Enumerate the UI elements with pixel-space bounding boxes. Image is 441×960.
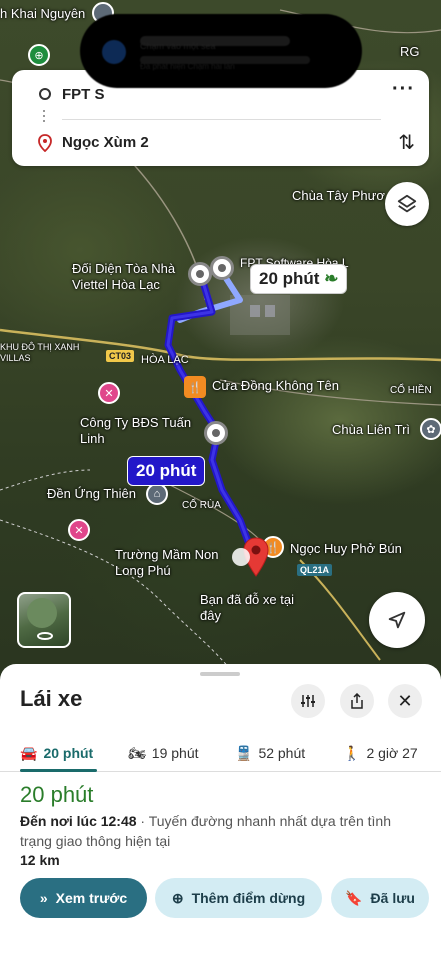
saved-label: Đã lưu	[370, 890, 415, 906]
swap-directions-icon[interactable]: ⇅	[398, 130, 415, 155]
road-shield: CT03	[106, 350, 135, 362]
more-options-icon[interactable]: ···	[392, 79, 415, 99]
tab-transit-label: 52 phút	[258, 745, 306, 761]
alt-route-time-text: 20 phút	[259, 269, 320, 288]
car-icon: 🚘	[20, 744, 38, 761]
add-stop-label: Thêm điểm dừng	[191, 890, 306, 906]
place-label: HÒA LẠC	[141, 354, 189, 366]
eta-duration: 20 phút	[20, 782, 94, 807]
tab-walk-label: 2 giờ 27	[366, 745, 418, 761]
destination-field[interactable]: Ngọc Xùm 2	[62, 134, 149, 151]
saved-button[interactable]: 🔖 Đã lưu	[331, 878, 429, 918]
travel-mode-tabs: 🚘 20 phút 🏍 19 phút 🚆 52 phút 🚶 2 giờ 27	[0, 734, 441, 772]
temple-icon[interactable]: ✿	[420, 418, 441, 440]
arrival-time: Đến nơi lúc 12:48	[20, 813, 137, 829]
place-label: Trường Mầm Non Long Phú	[115, 547, 219, 578]
motorbike-icon: 🏍	[128, 744, 146, 761]
place-label: CỔ RÙA	[182, 500, 221, 511]
sheet-drag-handle[interactable]	[200, 672, 240, 676]
notification-line2-text: Đã phát hiện Chạm hai lần	[140, 62, 235, 71]
walk-icon: 🚶	[343, 744, 361, 761]
bookmark-icon: 🔖	[345, 889, 363, 906]
share-icon	[351, 693, 363, 709]
notification-line2: Đã phát hiện Chạm hai lần	[140, 56, 310, 71]
waypoint-marker[interactable]	[210, 256, 234, 280]
place-label: Công Ty BĐS Tuấn Linh	[80, 415, 192, 446]
route-distance: 12 km	[20, 852, 60, 868]
eco-leaf-icon: ❧	[324, 269, 339, 288]
tab-motorbike[interactable]: 🏍 19 phút	[128, 734, 199, 772]
my-location-button[interactable]	[369, 592, 425, 648]
close-icon: ✕	[397, 690, 413, 711]
route-description: Đến nơi lúc 12:48 · Tuyến đường nhanh nh…	[20, 811, 425, 851]
sheet-title: Lái xe	[20, 686, 83, 711]
active-tab-indicator	[20, 769, 97, 772]
notification-line1-text: Chạm vào một sea	[140, 41, 216, 51]
route-options-button[interactable]	[291, 684, 325, 718]
landmark-icon[interactable]: ⌂	[146, 483, 168, 505]
poi-marker-icon[interactable]: ⊕	[28, 44, 50, 66]
notification-line1: Chạm vào một sea	[140, 36, 290, 51]
tab-car-label: 20 phút	[43, 745, 94, 761]
waypoint-marker[interactable]	[188, 262, 212, 286]
preview-button[interactable]: » Xem trước	[20, 878, 147, 918]
layers-icon	[397, 194, 417, 213]
road-shield: QL21A	[297, 564, 333, 576]
layers-button[interactable]	[385, 182, 429, 226]
notification-app-icon	[102, 40, 126, 64]
navigation-arrow-icon	[388, 611, 406, 629]
close-button[interactable]: ✕	[388, 684, 422, 718]
waypoint-marker[interactable]	[204, 421, 228, 445]
place-label: RG	[400, 44, 420, 59]
place-label: KHU ĐÔ THỊ XANH VILLAS	[0, 342, 80, 363]
add-location-icon: ⊕	[171, 889, 184, 906]
place-label: Đối Diện Tòa Nhà Viettel Hòa Lạc	[72, 261, 176, 292]
rotate-360-icon	[37, 632, 53, 640]
notification-island: Chạm vào một sea Đã phát hiện Chạm hai l…	[80, 14, 362, 88]
route-dots-icon	[43, 110, 46, 124]
place-label: h Khai Nguyên	[0, 6, 86, 21]
tab-walk[interactable]: 🚶 2 giờ 27	[343, 734, 418, 772]
alt-route-time[interactable]: 20 phút ❧	[250, 264, 348, 294]
add-stop-button[interactable]: ⊕ Thêm điểm dừng	[155, 878, 322, 918]
directions-sheet: Lái xe ✕ 🚘 20 phút 🏍 19 phút 🚆 52 phút 🚶…	[0, 664, 441, 960]
train-icon: 🚆	[235, 744, 253, 761]
parked-car-icon[interactable]	[232, 548, 250, 566]
double-chevron-icon: »	[39, 890, 48, 906]
origin-field[interactable]: FPT S	[62, 86, 105, 103]
tree-shape	[27, 598, 57, 628]
main-route-time[interactable]: 20 phút	[127, 456, 206, 486]
shop-icon[interactable]: ✕	[68, 519, 90, 541]
place-label: Đền Ứng Thiên	[47, 486, 136, 501]
street-view-thumbnail[interactable]	[17, 592, 71, 648]
restaurant-icon[interactable]: 🍴	[184, 376, 206, 398]
place-label: Ngọc Huy Phở Bún	[290, 541, 402, 556]
share-button[interactable]	[340, 684, 374, 718]
preview-label: Xem trước	[55, 890, 128, 906]
place-label: CỔ HIỀN	[390, 385, 432, 396]
tab-transit[interactable]: 🚆 52 phút	[235, 734, 305, 772]
place-label: Cửa Đồng Không Tên	[212, 378, 339, 393]
place-label: Bạn đã đỗ xe tại đây	[200, 592, 294, 623]
tab-motorbike-label: 19 phút	[151, 745, 199, 761]
origin-circle-icon	[39, 88, 51, 100]
place-label: Chùa Liên Trì	[332, 422, 411, 437]
tab-car[interactable]: 🚘 20 phút	[20, 734, 93, 772]
divider	[62, 119, 381, 120]
place-label: Chùa Tây Phươ	[292, 188, 385, 203]
sliders-icon	[301, 695, 315, 707]
destination-pin-icon	[38, 134, 52, 152]
shop-icon[interactable]: ✕	[98, 382, 120, 404]
